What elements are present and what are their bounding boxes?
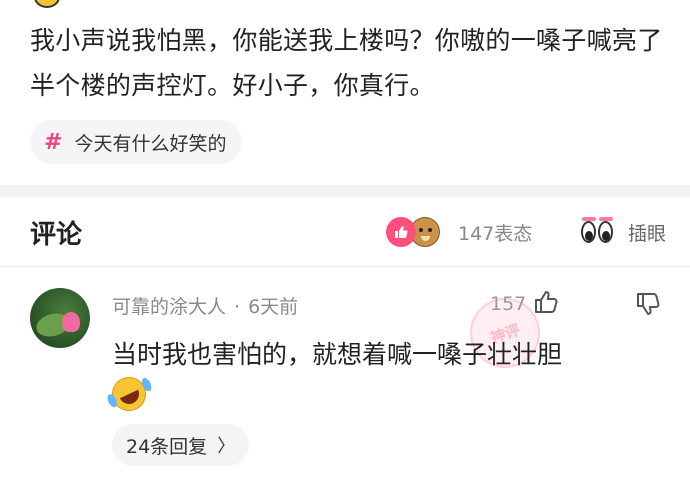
bookmark-eyes-button[interactable]: 插眼 (580, 214, 666, 250)
section-divider (0, 185, 690, 197)
comment-time: 6天前 (248, 296, 299, 318)
thumbs-up-icon (386, 217, 416, 247)
view-replies-button[interactable]: 24条回复 〉 (112, 424, 250, 466)
reactions-summary[interactable]: 147表态 (386, 214, 532, 250)
comment-meta: 可靠的涂大人 · 6天前 (112, 292, 298, 319)
comments-heading: 评论 (30, 220, 83, 250)
laughing-crying-emoji (106, 371, 152, 417)
eyes-label: 插眼 (628, 222, 667, 245)
dislike-icon[interactable] (634, 290, 662, 322)
divider-line (0, 266, 690, 267)
replies-count-label: 24条回复 (126, 435, 208, 458)
comment-author-name[interactable]: 可靠的涂大人 (112, 296, 226, 318)
avatar[interactable] (30, 288, 90, 348)
topic-tag-label: 今天有什么好笑的 (74, 132, 227, 155)
chevron-right-icon: 〉 (217, 436, 236, 457)
reaction-count: 147表态 (458, 222, 533, 245)
topic-tag-chip[interactable]: # 今天有什么好笑的 (30, 120, 243, 164)
meta-separator: · (234, 296, 241, 318)
comment-body: 当时我也害怕的，就想着喊一嗓子壮壮胆 (106, 334, 682, 418)
thumbs-up-outline-icon (532, 288, 560, 320)
partial-emoji-icon (34, 0, 60, 8)
weibo-post-page: 我小声说我怕黑，你能送我上楼吗？你嗷的一嗓子喊亮了半个楼的声控灯。好小子，你真行… (0, 0, 690, 486)
hash-icon: # (44, 129, 63, 155)
comment-text: 当时我也害怕的，就想着喊一嗓子壮壮胆 (112, 340, 563, 369)
like-button[interactable]: 157 (490, 288, 560, 320)
like-count: 157 (490, 293, 527, 315)
post-body-text: 我小声说我怕黑，你能送我上楼吗？你嗷的一嗓子喊亮了半个楼的声控灯。好小子，你真行… (30, 26, 663, 100)
eyes-icon (580, 217, 616, 245)
